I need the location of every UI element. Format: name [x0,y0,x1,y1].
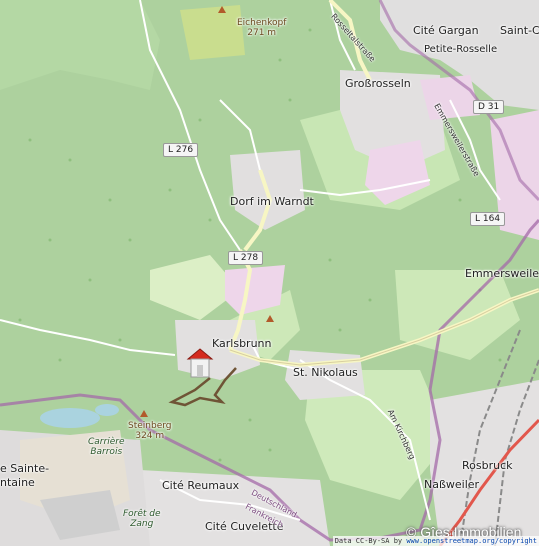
map-attribution: Data CC-By-SA by www.openstreetmap.org/c… [332,536,539,546]
peak-name: Steinberg [128,421,172,431]
place-label-saint-c[interactable]: Saint-C [500,24,539,37]
place-label-nassweiler[interactable]: Naßweiler [424,478,479,491]
place-label-karlsbrunn[interactable]: Karlsbrunn [212,337,272,350]
place-label-grossrosseln[interactable]: Großrosseln [345,77,411,90]
road-shield-d31: D 31 [473,100,505,114]
place-label-cite-gargan[interactable]: Cité Gargan [413,24,479,37]
attribution-prefix: Data CC-By-SA by [334,537,407,545]
peak-label-eichenkopf: Eichenkopf 271 m [237,18,286,38]
forest-label-foret-de-zang: Forêt de Zang [123,509,161,529]
place-label-rosbruck[interactable]: Rosbruck [462,459,513,472]
map-tiles [0,0,539,546]
peak-label-steinberg: Steinberg 324 m [128,421,172,441]
house-marker-icon[interactable] [186,347,214,379]
place-label-emmersweiler[interactable]: Emmersweiler [465,267,539,280]
road-shield-l278: L 278 [228,251,264,265]
map-canvas[interactable]: Cité Gargan Saint-C Petite-Rosselle Groß… [0,0,539,546]
peak-elevation: 324 m [135,431,165,441]
peak-name: Eichenkopf [237,18,287,28]
peak-elevation: 271 m [247,28,277,38]
place-label-petite-rosselle[interactable]: Petite-Rosselle [424,44,497,55]
forest-label-carriere-barrois: Carrière Barrois [88,437,125,457]
attribution-link[interactable]: www.openstreetmap.org/copyright [406,537,537,545]
place-label-sainte-fontaine[interactable]: e Sainte- ntaine [0,462,49,490]
road-shield-l276: L 276 [163,143,199,157]
place-label-dorf-im-warndt[interactable]: Dorf im Warndt [230,195,314,208]
place-label-st-nikolaus[interactable]: St. Nikolaus [293,366,358,379]
road-shield-l164: L 164 [470,212,506,226]
place-label-cite-reumaux[interactable]: Cité Reumaux [162,479,239,492]
